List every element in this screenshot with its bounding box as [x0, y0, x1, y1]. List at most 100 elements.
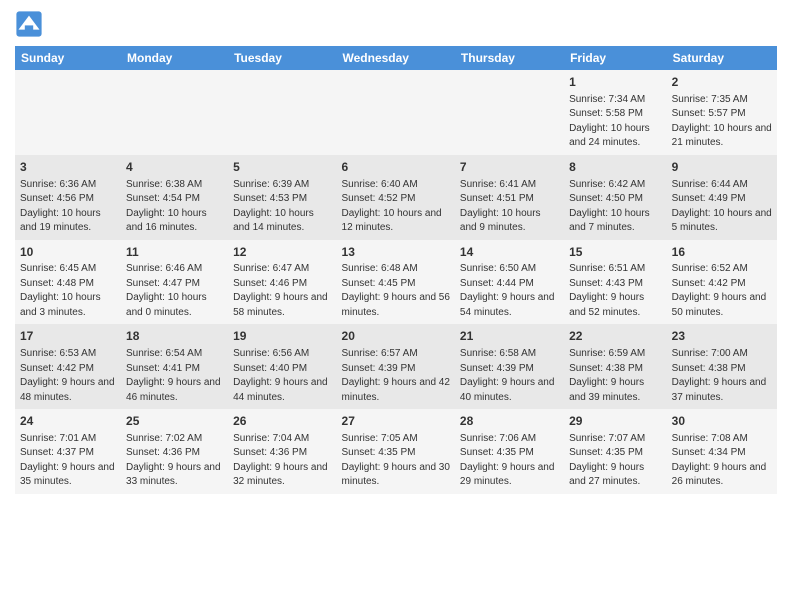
- calendar-cell: 11Sunrise: 6:46 AMSunset: 4:47 PMDayligh…: [121, 240, 228, 325]
- day-info: Sunrise: 6:39 AMSunset: 4:53 PMDaylight:…: [233, 178, 331, 236]
- day-number: 16: [672, 244, 772, 261]
- day-info: Sunrise: 6:53 AMSunset: 4:42 PMDaylight:…: [20, 347, 116, 405]
- calendar-body: 1 Sunrise: 7:34 AMSunset: 5:58 PMDaylight…: [15, 70, 777, 494]
- calendar-cell: 23 Sunrise: 7:00 AMSunset: 4:38 PMDayligh…: [667, 324, 777, 409]
- calendar-cell: 2 Sunrise: 7:35 AMSunset: 5:57 PMDaylight…: [667, 70, 777, 155]
- day-number: 18: [126, 328, 223, 345]
- day-number: 15: [569, 244, 662, 261]
- day-info: Sunrise: 6:46 AMSunset: 4:47 PMDaylight:…: [126, 262, 223, 320]
- day-number: 14: [460, 244, 559, 261]
- day-of-week-header: Wednesday: [337, 46, 455, 70]
- day-number: 30: [672, 413, 772, 430]
- day-info: Sunrise: 7:04 AMSunset: 4:36 PMDaylight:…: [233, 432, 331, 490]
- day-number: 24: [20, 413, 116, 430]
- day-number: 5: [233, 159, 331, 176]
- calendar-table: SundayMondayTuesdayWednesdayThursdayFrid…: [15, 46, 777, 494]
- day-number: 11: [126, 244, 223, 261]
- header: [15, 10, 777, 38]
- day-info: Sunrise: 6:38 AMSunset: 4:54 PMDaylight:…: [126, 178, 223, 236]
- day-info: Sunrise: 6:40 AMSunset: 4:52 PMDaylight:…: [342, 178, 450, 236]
- day-number: 13: [342, 244, 450, 261]
- logo: [15, 10, 45, 38]
- calendar-cell: 29 Sunrise: 7:07 AMSunset: 4:35 PMDayligh…: [564, 409, 667, 494]
- calendar-cell: 18 Sunrise: 6:54 AMSunset: 4:41 PMDayligh…: [121, 324, 228, 409]
- logo-icon: [15, 10, 43, 38]
- day-number: 9: [672, 159, 772, 176]
- day-info: Sunrise: 7:01 AMSunset: 4:37 PMDaylight:…: [20, 432, 116, 490]
- day-info: Sunrise: 7:02 AMSunset: 4:36 PMDaylight:…: [126, 432, 223, 490]
- day-number: 22: [569, 328, 662, 345]
- day-number: 21: [460, 328, 559, 345]
- calendar-cell: 17Sunrise: 6:53 AMSunset: 4:42 PMDayligh…: [15, 324, 121, 409]
- calendar-cell: 25 Sunrise: 7:02 AMSunset: 4:36 PMDayligh…: [121, 409, 228, 494]
- calendar-cell: 9 Sunrise: 6:44 AMSunset: 4:49 PMDaylight…: [667, 155, 777, 240]
- day-info: Sunrise: 6:57 AMSunset: 4:39 PMDaylight:…: [342, 347, 450, 405]
- day-number: 27: [342, 413, 450, 430]
- calendar-cell: [455, 70, 564, 155]
- day-info: Sunrise: 6:47 AMSunset: 4:46 PMDaylight:…: [233, 262, 331, 320]
- calendar-cell: 20 Sunrise: 6:57 AMSunset: 4:39 PMDayligh…: [337, 324, 455, 409]
- calendar-cell: 30 Sunrise: 7:08 AMSunset: 4:34 PMDayligh…: [667, 409, 777, 494]
- calendar-cell: [337, 70, 455, 155]
- day-info: Sunrise: 7:08 AMSunset: 4:34 PMDaylight:…: [672, 432, 772, 490]
- day-of-week-header: Tuesday: [228, 46, 336, 70]
- day-info: Sunrise: 6:58 AMSunset: 4:39 PMDaylight:…: [460, 347, 559, 405]
- day-number: 25: [126, 413, 223, 430]
- calendar-cell: 21 Sunrise: 6:58 AMSunset: 4:39 PMDayligh…: [455, 324, 564, 409]
- calendar-cell: [15, 70, 121, 155]
- day-info: Sunrise: 6:44 AMSunset: 4:49 PMDaylight:…: [672, 178, 772, 236]
- day-info: Sunrise: 7:35 AMSunset: 5:57 PMDaylight:…: [672, 93, 772, 151]
- day-number: 3: [20, 159, 116, 176]
- calendar-cell: 4Sunrise: 6:38 AMSunset: 4:54 PMDaylight…: [121, 155, 228, 240]
- calendar-cell: [121, 70, 228, 155]
- day-number: 12: [233, 244, 331, 261]
- day-info: Sunrise: 6:54 AMSunset: 4:41 PMDaylight:…: [126, 347, 223, 405]
- day-number: 29: [569, 413, 662, 430]
- day-info: Sunrise: 7:34 AMSunset: 5:58 PMDaylight:…: [569, 93, 662, 151]
- calendar-cell: 10Sunrise: 6:45 AMSunset: 4:48 PMDayligh…: [15, 240, 121, 325]
- day-info: Sunrise: 6:56 AMSunset: 4:40 PMDaylight:…: [233, 347, 331, 405]
- calendar-cell: 3Sunrise: 6:36 AMSunset: 4:56 PMDaylight…: [15, 155, 121, 240]
- calendar-cell: 19 Sunrise: 6:56 AMSunset: 4:40 PMDayligh…: [228, 324, 336, 409]
- day-number: 26: [233, 413, 331, 430]
- day-number: 7: [460, 159, 559, 176]
- calendar-cell: 6 Sunrise: 6:40 AMSunset: 4:52 PMDaylight…: [337, 155, 455, 240]
- day-info: Sunrise: 6:41 AMSunset: 4:51 PMDaylight:…: [460, 178, 559, 236]
- calendar-week-row: 3Sunrise: 6:36 AMSunset: 4:56 PMDaylight…: [15, 155, 777, 240]
- day-number: 2: [672, 74, 772, 91]
- calendar-header-row: SundayMondayTuesdayWednesdayThursdayFrid…: [15, 46, 777, 70]
- day-info: Sunrise: 6:45 AMSunset: 4:48 PMDaylight:…: [20, 262, 116, 320]
- day-number: 8: [569, 159, 662, 176]
- calendar-cell: 12Sunrise: 6:47 AMSunset: 4:46 PMDayligh…: [228, 240, 336, 325]
- day-of-week-header: Thursday: [455, 46, 564, 70]
- calendar-week-row: 10Sunrise: 6:45 AMSunset: 4:48 PMDayligh…: [15, 240, 777, 325]
- calendar-week-row: 17Sunrise: 6:53 AMSunset: 4:42 PMDayligh…: [15, 324, 777, 409]
- calendar-cell: 16Sunrise: 6:52 AMSunset: 4:42 PMDayligh…: [667, 240, 777, 325]
- day-info: Sunrise: 7:07 AMSunset: 4:35 PMDaylight:…: [569, 432, 662, 490]
- day-info: Sunrise: 6:52 AMSunset: 4:42 PMDaylight:…: [672, 262, 772, 320]
- calendar-cell: 24 Sunrise: 7:01 AMSunset: 4:37 PMDayligh…: [15, 409, 121, 494]
- calendar-cell: [228, 70, 336, 155]
- calendar-week-row: 1 Sunrise: 7:34 AMSunset: 5:58 PMDaylight…: [15, 70, 777, 155]
- day-number: 28: [460, 413, 559, 430]
- calendar-cell: 7 Sunrise: 6:41 AMSunset: 4:51 PMDaylight…: [455, 155, 564, 240]
- day-number: 19: [233, 328, 331, 345]
- day-info: Sunrise: 7:00 AMSunset: 4:38 PMDaylight:…: [672, 347, 772, 405]
- day-number: 6: [342, 159, 450, 176]
- day-info: Sunrise: 6:42 AMSunset: 4:50 PMDaylight:…: [569, 178, 662, 236]
- day-of-week-header: Monday: [121, 46, 228, 70]
- day-info: Sunrise: 6:48 AMSunset: 4:45 PMDaylight:…: [342, 262, 450, 320]
- day-info: Sunrise: 7:05 AMSunset: 4:35 PMDaylight:…: [342, 432, 450, 490]
- day-of-week-header: Sunday: [15, 46, 121, 70]
- calendar-cell: 13Sunrise: 6:48 AMSunset: 4:45 PMDayligh…: [337, 240, 455, 325]
- calendar-cell: 8 Sunrise: 6:42 AMSunset: 4:50 PMDaylight…: [564, 155, 667, 240]
- day-info: Sunrise: 7:06 AMSunset: 4:35 PMDaylight:…: [460, 432, 559, 490]
- day-of-week-header: Saturday: [667, 46, 777, 70]
- day-number: 20: [342, 328, 450, 345]
- day-info: Sunrise: 6:59 AMSunset: 4:38 PMDaylight:…: [569, 347, 662, 405]
- day-number: 23: [672, 328, 772, 345]
- day-number: 1: [569, 74, 662, 91]
- page: SundayMondayTuesdayWednesdayThursdayFrid…: [0, 0, 792, 504]
- day-info: Sunrise: 6:50 AMSunset: 4:44 PMDaylight:…: [460, 262, 559, 320]
- calendar-cell: 27 Sunrise: 7:05 AMSunset: 4:35 PMDayligh…: [337, 409, 455, 494]
